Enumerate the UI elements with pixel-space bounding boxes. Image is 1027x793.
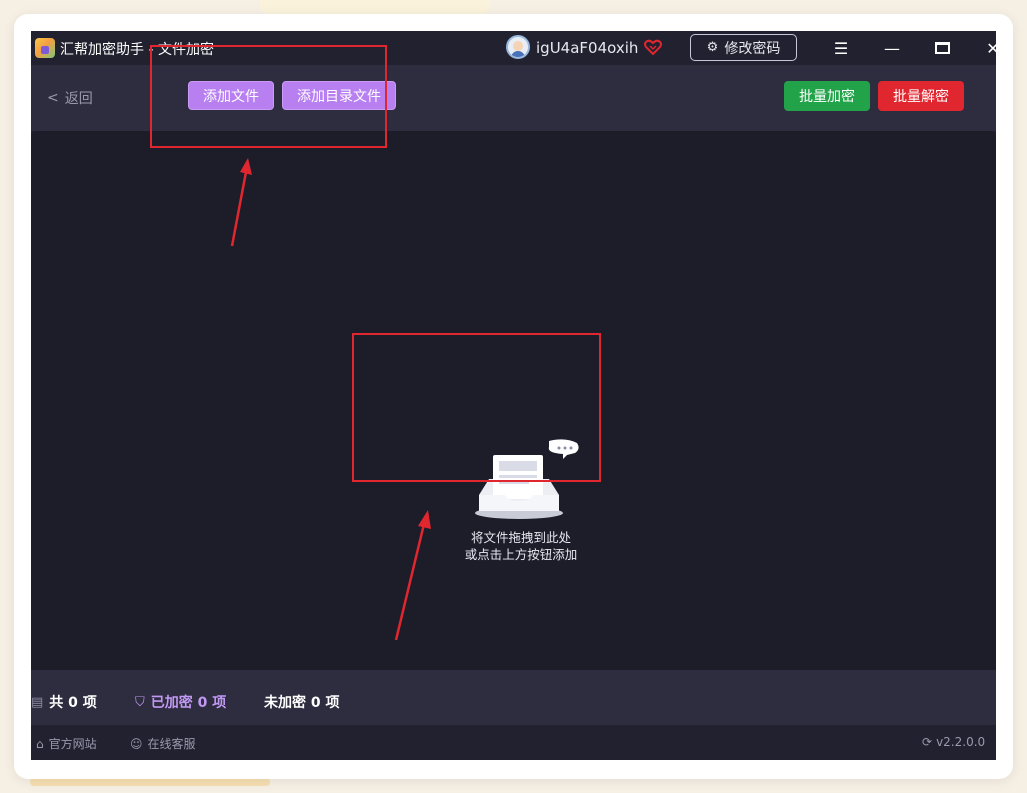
change-password-button[interactable]: ⚙ 修改密码 xyxy=(690,34,797,61)
unencrypted-count-label: 未加密 0 项 xyxy=(264,695,340,711)
official-website-label: 官方网站 xyxy=(48,737,97,751)
home-icon: ⌂ xyxy=(36,736,44,751)
official-website-link[interactable]: ⌂ 官方网站 xyxy=(36,735,97,752)
annotation-box-buttons xyxy=(150,45,387,148)
support-agent-icon: ☺ xyxy=(130,736,143,751)
total-count-label: 共 0 项 xyxy=(49,695,97,711)
version-label: v2.2.0.0 xyxy=(936,735,986,749)
background-decoration xyxy=(260,0,490,14)
batch-decrypt-button[interactable]: 批量解密 xyxy=(878,81,964,111)
drop-hint: 将文件拖拽到此处 或点击上方按钮添加 xyxy=(431,529,611,563)
annotation-box-dropzone xyxy=(352,333,601,482)
encrypted-count: ⛉ 已加密 0 项 xyxy=(135,692,226,712)
encrypted-count-label: 已加密 0 项 xyxy=(150,695,227,711)
back-label: 返回 xyxy=(64,91,93,107)
document-icon: ▤ xyxy=(31,694,44,710)
username-label[interactable]: igU4aF04oxih xyxy=(536,39,638,57)
unencrypted-count: 未加密 0 项 xyxy=(264,692,340,712)
minimize-icon[interactable]: — xyxy=(880,37,904,59)
change-password-label: 修改密码 xyxy=(724,40,781,57)
drop-hint-line1: 将文件拖拽到此处 xyxy=(470,530,571,545)
stats-bar: ▤ 共 0 项 ⛉ 已加密 0 项 未加密 0 项 xyxy=(31,670,996,725)
menu-icon[interactable]: ☰ xyxy=(829,37,853,59)
chevron-left-icon: < xyxy=(47,90,59,106)
refresh-icon: ⟳ xyxy=(922,735,933,749)
drop-hint-line2: 或点击上方按钮添加 xyxy=(464,547,578,562)
back-button[interactable]: < 返回 xyxy=(47,88,93,108)
close-icon[interactable]: ✕ xyxy=(981,37,996,59)
gear-icon: ⚙ xyxy=(706,40,719,55)
footer: ⌂ 官方网站 ☺ 在线客服 ⟳ v2.2.0.0 xyxy=(31,725,996,760)
vip-heart-icon xyxy=(644,39,662,55)
total-count: ▤ 共 0 项 xyxy=(31,692,97,712)
online-service-link[interactable]: ☺ 在线客服 xyxy=(130,735,196,752)
user-avatar[interactable] xyxy=(506,35,530,59)
version-info[interactable]: ⟳ v2.2.0.0 xyxy=(922,735,985,749)
shield-icon: ⛉ xyxy=(135,694,145,710)
background-decoration xyxy=(30,778,270,786)
maximize-icon[interactable] xyxy=(930,37,954,59)
app-logo-icon xyxy=(35,38,55,58)
online-service-label: 在线客服 xyxy=(147,737,196,751)
batch-encrypt-button[interactable]: 批量加密 xyxy=(784,81,870,111)
